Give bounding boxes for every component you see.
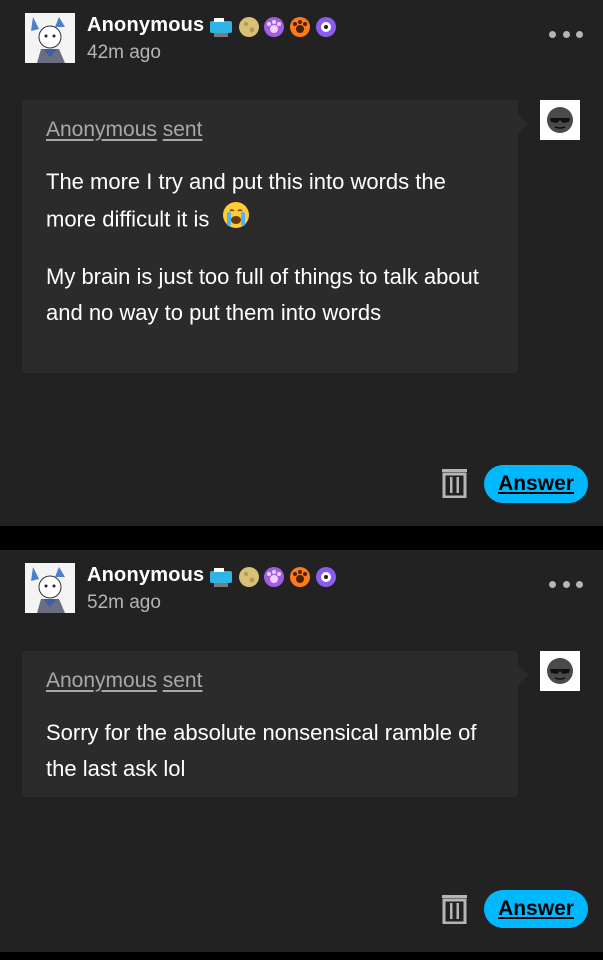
anonymous-sunglasses-icon — [540, 100, 580, 140]
more-options-icon[interactable] — [549, 574, 583, 594]
sender-line: Anonymous sent — [46, 118, 494, 142]
answer-button[interactable]: Answer — [484, 465, 588, 503]
avatar[interactable] — [25, 13, 75, 63]
camera-badge-icon — [210, 18, 232, 37]
ask-bubble: Anonymous sent Sorry for the absolute no… — [22, 651, 528, 797]
ask-post: Anonymous — [0, 550, 603, 952]
sender-name-link[interactable]: Anonymous — [46, 118, 157, 141]
ask-paragraph: Sorry for the absolute nonsensical rambl… — [46, 720, 477, 781]
username[interactable]: Anonymous — [87, 14, 204, 37]
delete-trash-icon[interactable] — [441, 467, 468, 499]
anonymous-sunglasses-icon — [540, 651, 580, 691]
username[interactable]: Anonymous — [87, 564, 204, 587]
purple-paw-badge-icon — [264, 17, 284, 37]
more-options-icon[interactable] — [549, 24, 583, 44]
ask-post: Anonymous — [0, 0, 603, 526]
sender-sent-label: sent — [162, 118, 203, 141]
avatar[interactable] — [25, 563, 75, 613]
loudly-crying-face-icon — [221, 200, 251, 241]
answer-button[interactable]: Answer — [484, 890, 588, 928]
badge-row — [208, 565, 344, 589]
purple-paw-badge-icon — [264, 567, 284, 587]
purple-cog-badge-icon — [316, 567, 336, 587]
sender-name-link[interactable]: Anonymous — [46, 669, 157, 692]
ask-paragraph: The more I try and put this into words t… — [46, 164, 494, 241]
badge-row — [208, 15, 344, 39]
post-timestamp: 42m ago — [87, 42, 161, 63]
purple-cog-badge-icon — [316, 17, 336, 37]
post-timestamp: 52m ago — [87, 592, 161, 613]
ask-paragraph: My brain is just too full of things to t… — [46, 264, 479, 325]
orange-paw-badge-icon — [290, 17, 310, 37]
ask-bubble: Anonymous sent The more I try and put th… — [22, 100, 528, 373]
sender-line: Anonymous sent — [46, 669, 494, 693]
delete-trash-icon[interactable] — [441, 893, 468, 925]
orange-paw-badge-icon — [290, 567, 310, 587]
moon-badge-icon — [239, 17, 259, 37]
sender-sent-label: sent — [162, 669, 203, 692]
camera-badge-icon — [210, 568, 232, 587]
moon-badge-icon — [239, 567, 259, 587]
